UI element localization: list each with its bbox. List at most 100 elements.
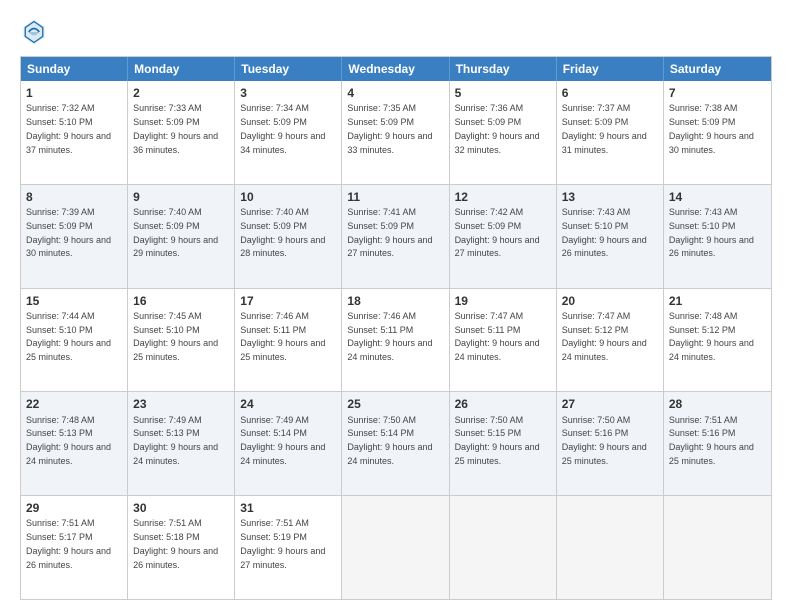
day-cell: 8 Sunrise: 7:39 AM Sunset: 5:09 PM Dayli… [21, 185, 128, 288]
calendar-row: 22 Sunrise: 7:48 AM Sunset: 5:13 PM Dayl… [21, 391, 771, 495]
sunset-time: Sunset: 5:13 PM [26, 428, 93, 438]
sunrise-time: Sunrise: 7:34 AM [240, 103, 309, 113]
day-cell: 22 Sunrise: 7:48 AM Sunset: 5:13 PM Dayl… [21, 392, 128, 495]
daylight-hours: Daylight: 9 hours and 29 minutes. [133, 235, 218, 259]
sunrise-time: Sunrise: 7:49 AM [240, 415, 309, 425]
sunrise-time: Sunrise: 7:41 AM [347, 207, 416, 217]
day-number: 16 [133, 293, 229, 309]
day-number: 1 [26, 85, 122, 101]
sunrise-time: Sunrise: 7:51 AM [240, 518, 309, 528]
day-cell: 6 Sunrise: 7:37 AM Sunset: 5:09 PM Dayli… [557, 81, 664, 184]
sunrise-time: Sunrise: 7:46 AM [347, 311, 416, 321]
sunset-time: Sunset: 5:14 PM [240, 428, 307, 438]
day-number: 18 [347, 293, 443, 309]
day-number: 24 [240, 396, 336, 412]
day-number: 27 [562, 396, 658, 412]
day-number: 19 [455, 293, 551, 309]
empty-cell [557, 496, 664, 599]
daylight-hours: Daylight: 9 hours and 24 minutes. [347, 442, 432, 466]
day-cell: 28 Sunrise: 7:51 AM Sunset: 5:16 PM Dayl… [664, 392, 771, 495]
sunrise-time: Sunrise: 7:37 AM [562, 103, 631, 113]
day-number: 13 [562, 189, 658, 205]
daylight-hours: Daylight: 9 hours and 32 minutes. [455, 131, 540, 155]
day-cell: 29 Sunrise: 7:51 AM Sunset: 5:17 PM Dayl… [21, 496, 128, 599]
daylight-hours: Daylight: 9 hours and 25 minutes. [562, 442, 647, 466]
daylight-hours: Daylight: 9 hours and 25 minutes. [26, 338, 111, 362]
daylight-hours: Daylight: 9 hours and 24 minutes. [240, 442, 325, 466]
sunset-time: Sunset: 5:12 PM [562, 325, 629, 335]
calendar-row: 29 Sunrise: 7:51 AM Sunset: 5:17 PM Dayl… [21, 495, 771, 599]
daylight-hours: Daylight: 9 hours and 26 minutes. [669, 235, 754, 259]
weekday-header: Friday [557, 57, 664, 81]
daylight-hours: Daylight: 9 hours and 26 minutes. [562, 235, 647, 259]
weekday-header: Sunday [21, 57, 128, 81]
sunset-time: Sunset: 5:10 PM [26, 117, 93, 127]
daylight-hours: Daylight: 9 hours and 24 minutes. [669, 338, 754, 362]
daylight-hours: Daylight: 9 hours and 26 minutes. [133, 546, 218, 570]
empty-cell [450, 496, 557, 599]
sunset-time: Sunset: 5:09 PM [26, 221, 93, 231]
day-cell: 25 Sunrise: 7:50 AM Sunset: 5:14 PM Dayl… [342, 392, 449, 495]
day-cell: 26 Sunrise: 7:50 AM Sunset: 5:15 PM Dayl… [450, 392, 557, 495]
day-cell: 19 Sunrise: 7:47 AM Sunset: 5:11 PM Dayl… [450, 289, 557, 392]
sunrise-time: Sunrise: 7:51 AM [669, 415, 738, 425]
sunset-time: Sunset: 5:16 PM [669, 428, 736, 438]
calendar-row: 1 Sunrise: 7:32 AM Sunset: 5:10 PM Dayli… [21, 81, 771, 184]
sunrise-time: Sunrise: 7:44 AM [26, 311, 95, 321]
daylight-hours: Daylight: 9 hours and 30 minutes. [669, 131, 754, 155]
day-cell: 18 Sunrise: 7:46 AM Sunset: 5:11 PM Dayl… [342, 289, 449, 392]
sunrise-time: Sunrise: 7:50 AM [347, 415, 416, 425]
daylight-hours: Daylight: 9 hours and 26 minutes. [26, 546, 111, 570]
weekday-header: Wednesday [342, 57, 449, 81]
daylight-hours: Daylight: 9 hours and 27 minutes. [455, 235, 540, 259]
day-number: 14 [669, 189, 766, 205]
calendar-header: SundayMondayTuesdayWednesdayThursdayFrid… [21, 57, 771, 81]
day-number: 21 [669, 293, 766, 309]
sunset-time: Sunset: 5:12 PM [669, 325, 736, 335]
sunrise-time: Sunrise: 7:50 AM [562, 415, 631, 425]
sunrise-time: Sunrise: 7:38 AM [669, 103, 738, 113]
day-cell: 16 Sunrise: 7:45 AM Sunset: 5:10 PM Dayl… [128, 289, 235, 392]
day-number: 30 [133, 500, 229, 516]
daylight-hours: Daylight: 9 hours and 34 minutes. [240, 131, 325, 155]
daylight-hours: Daylight: 9 hours and 24 minutes. [455, 338, 540, 362]
sunrise-time: Sunrise: 7:50 AM [455, 415, 524, 425]
day-cell: 23 Sunrise: 7:49 AM Sunset: 5:13 PM Dayl… [128, 392, 235, 495]
day-number: 6 [562, 85, 658, 101]
sunset-time: Sunset: 5:10 PM [669, 221, 736, 231]
sunrise-time: Sunrise: 7:35 AM [347, 103, 416, 113]
calendar-row: 15 Sunrise: 7:44 AM Sunset: 5:10 PM Dayl… [21, 288, 771, 392]
sunset-time: Sunset: 5:09 PM [455, 117, 522, 127]
sunset-time: Sunset: 5:16 PM [562, 428, 629, 438]
daylight-hours: Daylight: 9 hours and 30 minutes. [26, 235, 111, 259]
sunset-time: Sunset: 5:09 PM [669, 117, 736, 127]
day-cell: 9 Sunrise: 7:40 AM Sunset: 5:09 PM Dayli… [128, 185, 235, 288]
daylight-hours: Daylight: 9 hours and 33 minutes. [347, 131, 432, 155]
calendar-row: 8 Sunrise: 7:39 AM Sunset: 5:09 PM Dayli… [21, 184, 771, 288]
daylight-hours: Daylight: 9 hours and 25 minutes. [133, 338, 218, 362]
logo [20, 18, 52, 46]
sunrise-time: Sunrise: 7:36 AM [455, 103, 524, 113]
day-cell: 30 Sunrise: 7:51 AM Sunset: 5:18 PM Dayl… [128, 496, 235, 599]
daylight-hours: Daylight: 9 hours and 31 minutes. [562, 131, 647, 155]
weekday-header: Saturday [664, 57, 771, 81]
daylight-hours: Daylight: 9 hours and 24 minutes. [26, 442, 111, 466]
daylight-hours: Daylight: 9 hours and 24 minutes. [133, 442, 218, 466]
day-number: 31 [240, 500, 336, 516]
day-number: 12 [455, 189, 551, 205]
sunset-time: Sunset: 5:10 PM [562, 221, 629, 231]
sunrise-time: Sunrise: 7:46 AM [240, 311, 309, 321]
day-cell: 3 Sunrise: 7:34 AM Sunset: 5:09 PM Dayli… [235, 81, 342, 184]
daylight-hours: Daylight: 9 hours and 27 minutes. [240, 546, 325, 570]
sunset-time: Sunset: 5:15 PM [455, 428, 522, 438]
sunset-time: Sunset: 5:09 PM [347, 221, 414, 231]
sunrise-time: Sunrise: 7:47 AM [455, 311, 524, 321]
sunrise-time: Sunrise: 7:48 AM [669, 311, 738, 321]
day-number: 4 [347, 85, 443, 101]
sunset-time: Sunset: 5:09 PM [133, 221, 200, 231]
sunrise-time: Sunrise: 7:39 AM [26, 207, 95, 217]
sunrise-time: Sunrise: 7:43 AM [669, 207, 738, 217]
sunset-time: Sunset: 5:11 PM [347, 325, 413, 335]
sunset-time: Sunset: 5:19 PM [240, 532, 307, 542]
day-number: 7 [669, 85, 766, 101]
